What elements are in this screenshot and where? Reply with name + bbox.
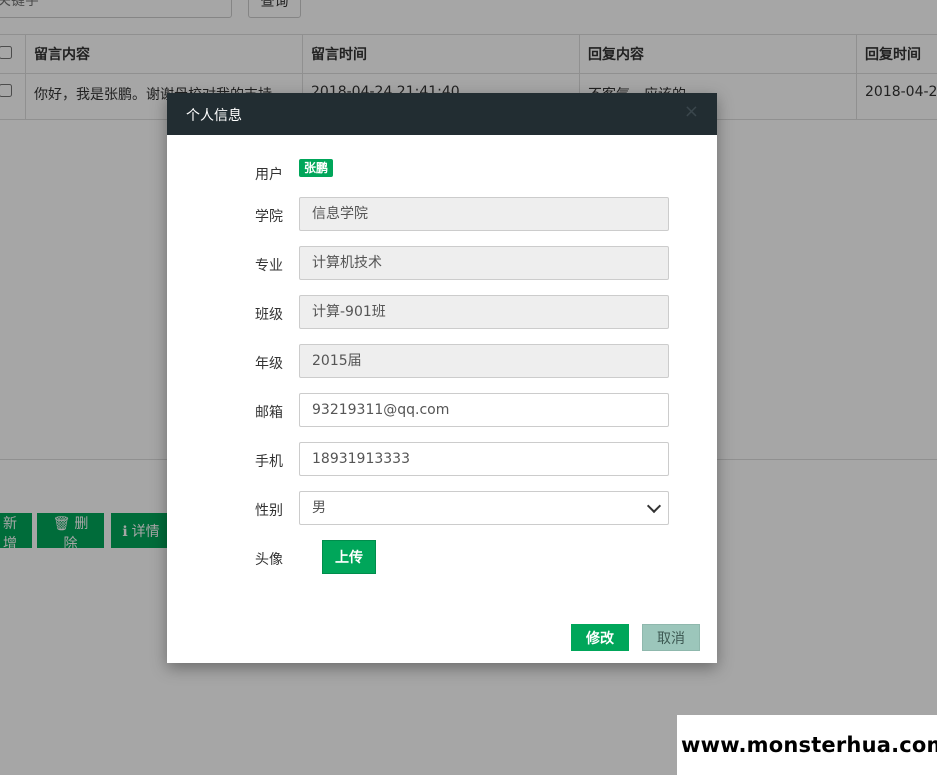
- college-field: 信息学院: [299, 197, 669, 231]
- modal-header: 个人信息 ×: [167, 93, 717, 135]
- email-field[interactable]: 93219311@qq.com: [299, 393, 669, 427]
- user-badge: 张鹏: [299, 159, 334, 177]
- phone-field[interactable]: 18931913333: [299, 442, 669, 476]
- watermark-text: www.monsterhua.com: [681, 733, 937, 757]
- class-label: 班级: [255, 307, 283, 323]
- major-field: 计算机技术: [299, 246, 669, 280]
- grade-label: 年级: [255, 356, 283, 372]
- major-label: 专业: [255, 258, 283, 274]
- email-label: 邮箱: [255, 405, 283, 421]
- gender-label: 性别: [255, 503, 283, 519]
- class-field: 计算-901班: [299, 295, 669, 329]
- chevron-down-icon: [646, 498, 662, 514]
- save-button[interactable]: 修改: [571, 624, 629, 651]
- grade-field: 2015届: [299, 344, 669, 378]
- gender-select[interactable]: 男: [299, 491, 669, 525]
- avatar-label: 头像: [255, 552, 283, 568]
- upload-button[interactable]: 上传: [322, 540, 376, 574]
- gender-selected-value: 男: [312, 500, 326, 516]
- college-label: 学院: [255, 209, 283, 225]
- personal-info-modal: 个人信息 × 用户 张鹏 学院 信息学院 专业 计算机技术 班级 计算-901班…: [167, 93, 717, 663]
- watermark: www.monsterhua.com: [677, 715, 937, 775]
- phone-label: 手机: [255, 454, 283, 470]
- modal-title: 个人信息: [186, 108, 242, 124]
- cancel-button[interactable]: 取消: [642, 624, 700, 651]
- user-label: 用户: [255, 167, 283, 183]
- close-icon[interactable]: ×: [684, 103, 699, 121]
